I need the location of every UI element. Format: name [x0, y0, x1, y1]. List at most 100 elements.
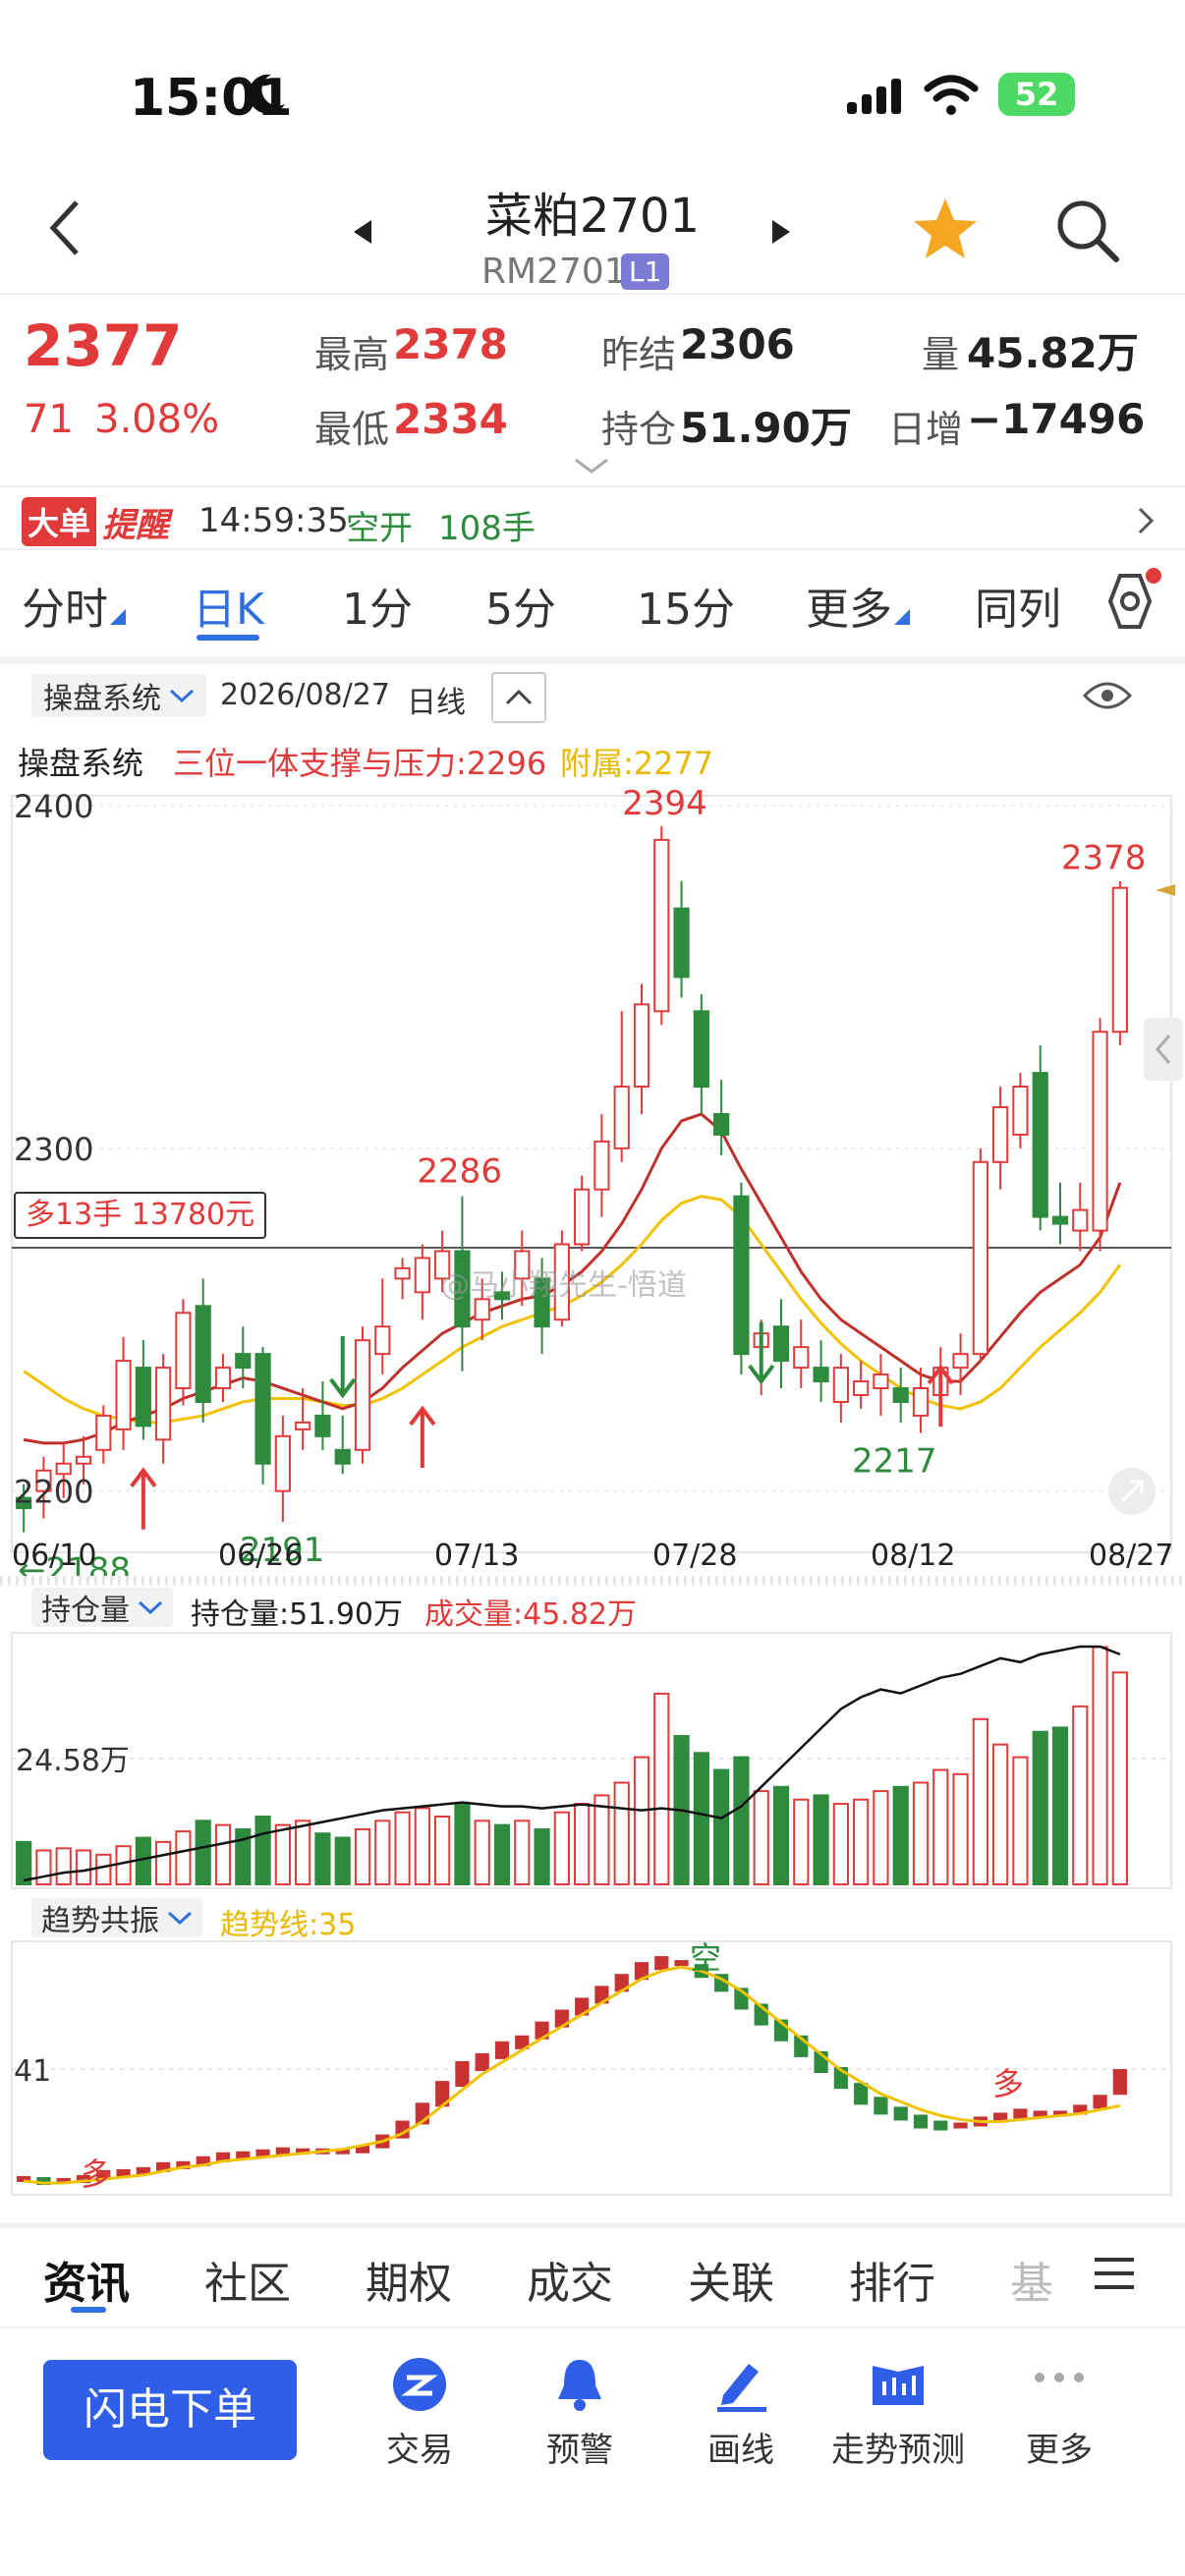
price-chart[interactable]: 2400 2300 2200 2394 2378 2286 ←2188 2191…: [0, 786, 1185, 1582]
action-alert[interactable]: 预警: [501, 2423, 658, 2471]
subtab-fundamentals[interactable]: 基: [1010, 2248, 1053, 2311]
volume-bar-0: [16, 1840, 32, 1886]
section-gap: [0, 656, 1185, 664]
volume-bar-50: [1012, 1756, 1029, 1885]
trend-bar-44: [893, 2106, 908, 2121]
candle-52: [1051, 1215, 1069, 1225]
candle-36: [733, 1195, 750, 1356]
volume-bar-27: [553, 1811, 570, 1885]
price-grid: [11, 795, 1172, 1553]
open-interest-label: 持仓: [601, 408, 677, 451]
volume-value-label: 成交量:45.82万: [424, 1597, 637, 1632]
flash-order-button[interactable]: 闪电下单: [43, 2360, 297, 2460]
volume-bar-7: [155, 1840, 172, 1886]
subtab-news[interactable]: 资讯: [43, 2248, 130, 2311]
position-order-label[interactable]: 多13手 13780元: [14, 1192, 267, 1239]
chart-settings-icon[interactable]: [1091, 568, 1169, 637]
dropdown-corner-icon: [110, 609, 126, 625]
trend-bar-50: [1013, 2108, 1028, 2119]
favorite-star-icon[interactable]: [912, 196, 979, 261]
big-order-alert[interactable]: 大单 提醒: [22, 497, 175, 546]
annotation-mid-high: 2286: [417, 1152, 502, 1192]
trend-selector[interactable]: 趋势共振: [31, 1898, 202, 1938]
subtab-ranking[interactable]: 排行: [849, 2248, 935, 2311]
tab-intraday[interactable]: 分时: [22, 574, 108, 637]
chevron-right-icon[interactable]: [1136, 505, 1156, 536]
volume-bar-4: [95, 1853, 112, 1886]
side-panel-handle[interactable]: [1144, 1018, 1183, 1081]
volume-bar-54: [1092, 1646, 1108, 1886]
candle-29: [593, 1140, 610, 1191]
candles: [16, 825, 1128, 1533]
battery-indicator: 52: [998, 73, 1075, 116]
collapse-toolbar-button[interactable]: [491, 672, 546, 723]
date-label-0: 06/10: [12, 1539, 97, 1573]
action-draw[interactable]: 画线: [662, 2423, 819, 2471]
trend-bars: [17, 1956, 1127, 2185]
oi-selector[interactable]: 持仓量: [31, 1588, 173, 1628]
candle-16: [334, 1448, 351, 1465]
search-icon[interactable]: [1055, 198, 1120, 263]
volume-bar-12: [254, 1815, 271, 1885]
subtab-community[interactable]: 社区: [204, 2248, 291, 2311]
candle-8: [175, 1312, 192, 1390]
candle-49: [992, 1105, 1009, 1163]
eye-icon[interactable]: [1081, 678, 1134, 713]
action-more[interactable]: 更多: [981, 2423, 1138, 2471]
volume-bar-22: [454, 1803, 471, 1885]
date-axis-strip: [0, 1576, 1185, 1586]
volume-chart[interactable]: 24.58万: [0, 1631, 1185, 1890]
active-subtab-indicator: [71, 2307, 106, 2313]
chevron-up-icon: [505, 689, 533, 705]
volume-bar-30: [613, 1781, 630, 1885]
candle-7: [155, 1367, 172, 1441]
expand-chevron-icon[interactable]: [574, 456, 609, 476]
subtab-trades[interactable]: 成交: [527, 2248, 613, 2311]
divider: [0, 485, 1185, 487]
action-forecast[interactable]: 走势预测: [819, 2423, 977, 2471]
subtab-options[interactable]: 期权: [366, 2248, 452, 2311]
system-selector[interactable]: 操盘系统: [31, 674, 206, 717]
candle-51: [1032, 1072, 1048, 1218]
divider: [0, 548, 1185, 550]
price-frame: [11, 795, 1172, 1553]
more-dots-icon: [1035, 2373, 1084, 2382]
dropdown-corner-icon: [894, 609, 910, 625]
action-trade[interactable]: 交易: [341, 2423, 498, 2471]
candle-4: [95, 1414, 112, 1451]
next-contract-icon[interactable]: [768, 218, 792, 246]
trend-bar-24: [494, 2041, 510, 2059]
volume-bar-26: [534, 1827, 550, 1885]
tab-5min[interactable]: 5分: [485, 574, 556, 637]
volume-bar-45: [912, 1781, 930, 1885]
tab-more[interactable]: 更多: [806, 574, 892, 637]
tab-15min[interactable]: 15分: [637, 574, 735, 637]
volume-bar-9: [195, 1820, 211, 1886]
section-gap: [0, 2222, 1185, 2228]
volume-bar-36: [733, 1756, 750, 1885]
trend-bar-32: [654, 1956, 669, 1971]
trend-bar-22: [455, 2060, 470, 2088]
tab-1min[interactable]: 1分: [342, 574, 413, 637]
trend-bar-23: [475, 2052, 489, 2071]
menu-icon[interactable]: [1093, 2256, 1136, 2291]
candle-53: [1072, 1208, 1089, 1232]
candle-15: [314, 1414, 331, 1437]
volume-bar-23: [474, 1820, 490, 1886]
candle-18: [374, 1325, 391, 1356]
volume-bars: [16, 1646, 1128, 1886]
tab-same-row[interactable]: 同列: [975, 574, 1061, 637]
annotation-high: 2394: [622, 786, 707, 823]
tab-daily-k[interactable]: 日K: [193, 574, 264, 637]
price-change: 71: [24, 397, 74, 442]
indicator-name: 操盘系统: [18, 745, 144, 782]
candle-33: [673, 907, 690, 979]
candle-6: [135, 1367, 151, 1428]
candle-5: [115, 1360, 132, 1430]
volume-value: 45.82万: [967, 329, 1139, 377]
volume-bar-29: [593, 1794, 610, 1885]
subtab-related[interactable]: 关联: [688, 2248, 774, 2311]
trend-chart[interactable]: 41 多 空 多: [0, 1939, 1185, 2199]
divider: [0, 293, 1185, 295]
oi-selector-label: 持仓量: [41, 1594, 130, 1628]
